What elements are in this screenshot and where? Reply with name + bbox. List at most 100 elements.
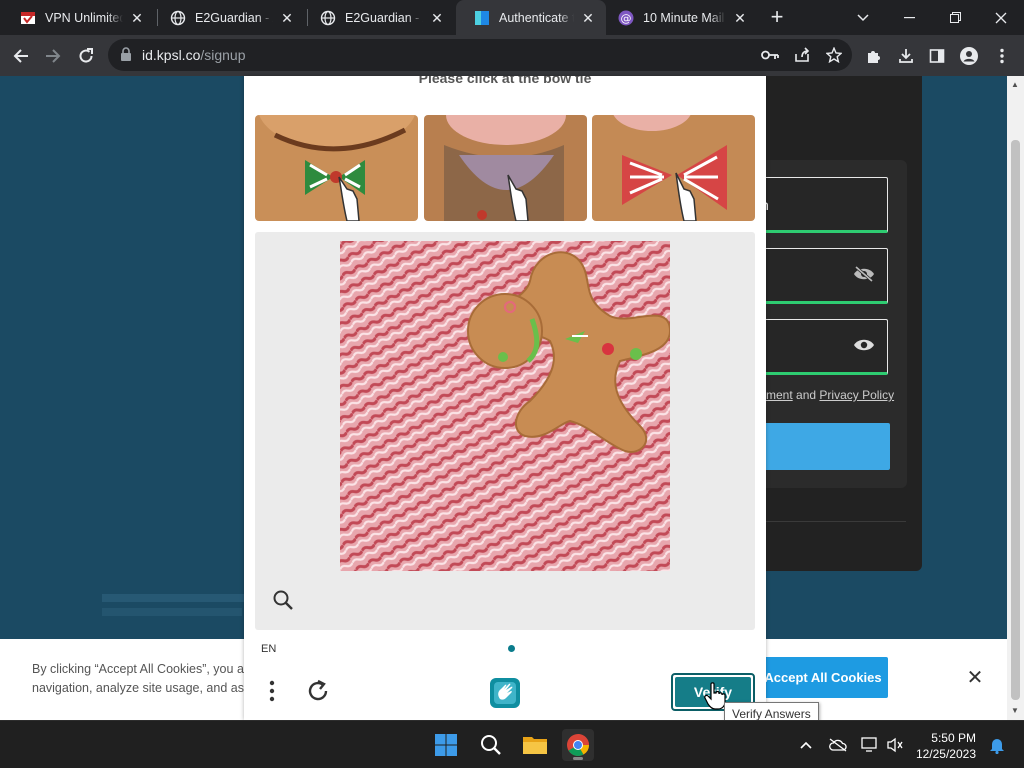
scroll-up-icon[interactable]: ▲ <box>1011 80 1019 89</box>
terms-link[interactable]: ment <box>766 388 793 402</box>
url-host: id.kpsl.co <box>142 47 201 63</box>
chevron-down-icon <box>857 13 869 21</box>
minimize-icon <box>903 16 915 18</box>
eye-off-icon[interactable] <box>853 265 875 285</box>
tab-10-minute-mail[interactable]: @ 10 Minute Mail ✕ <box>600 0 758 35</box>
forward-button[interactable] <box>38 41 68 71</box>
example-image-1 <box>255 115 418 221</box>
tab-search-button[interactable] <box>840 0 886 35</box>
bookmark-star-icon[interactable] <box>824 45 844 65</box>
svg-text:@: @ <box>621 12 632 25</box>
captcha-main-image[interactable] <box>340 241 670 571</box>
profile-button[interactable] <box>954 41 984 71</box>
reload-button[interactable] <box>71 41 101 71</box>
close-window-button[interactable] <box>978 0 1024 35</box>
hand-cursor-icon <box>704 682 726 710</box>
reload-icon <box>79 48 93 63</box>
terms-and: and <box>796 388 817 402</box>
close-tab-icon[interactable]: ✕ <box>429 10 445 26</box>
close-tab-icon[interactable]: ✕ <box>732 10 748 26</box>
footer-copyright-faded <box>102 594 252 616</box>
captcha-challenge: Please click at the bow tie EN <box>244 76 766 720</box>
cookie-text: By clicking “Accept All Cookies”, you a … <box>32 660 250 698</box>
hcaptcha-logo-icon <box>488 676 522 710</box>
volume-muted-icon[interactable] <box>886 736 904 754</box>
search-icon[interactable] <box>475 729 507 761</box>
at-sign-icon: @ <box>618 10 634 26</box>
share-icon[interactable] <box>792 45 812 65</box>
tab-title: E2Guardian - Ac <box>195 10 273 25</box>
tab-title: Authenticate to <box>499 10 574 25</box>
clock-time: 5:50 PM <box>931 731 976 745</box>
back-button[interactable] <box>6 41 36 71</box>
tab-title: 10 Minute Mail <box>643 10 725 25</box>
example-image-3 <box>592 115 755 221</box>
globe-icon <box>320 10 336 26</box>
tab-title: VPN Unlimited <box>45 10 123 25</box>
onedrive-offline-icon[interactable] <box>829 736 847 754</box>
url-text[interactable]: id.kpsl.co/signup <box>142 47 246 63</box>
vpn-unlimited-icon <box>20 10 36 26</box>
puzzle-icon <box>868 51 880 63</box>
cookie-text-line: By clicking “Accept All Cookies”, you a <box>32 662 244 676</box>
tab-e2guardian-2[interactable]: E2Guardian - Ac ✕ <box>302 0 455 35</box>
close-tab-icon[interactable]: ✕ <box>279 10 295 26</box>
page-scrollbar[interactable]: ▲ ▼ <box>1007 76 1024 720</box>
scrollbar-thumb[interactable] <box>1011 140 1020 700</box>
restore-button[interactable] <box>932 0 978 35</box>
minimize-button[interactable] <box>886 0 932 35</box>
scroll-down-icon[interactable]: ▼ <box>1011 706 1019 715</box>
close-icon[interactable]: ✕ <box>964 667 986 689</box>
url-path: /signup <box>200 47 246 63</box>
system-clock[interactable]: 5:50 PM 12/25/2023 <box>906 730 976 762</box>
arrow-right-icon <box>46 49 61 63</box>
address-bar[interactable]: id.kpsl.co/signup <box>108 39 852 71</box>
tab-strip: VPN Unlimited ✕ E2Guardian - Ac ✕ E2Guar… <box>0 0 1024 35</box>
menu-button[interactable] <box>987 41 1017 71</box>
key-icon[interactable] <box>760 45 780 65</box>
avatar-icon <box>960 47 978 65</box>
captcha-image-area <box>255 232 755 630</box>
refresh-button[interactable] <box>305 678 331 704</box>
accept-all-cookies-button[interactable]: Accept All Cookies <box>758 657 888 698</box>
chevron-up-icon[interactable] <box>797 736 815 754</box>
kpsl-icon <box>474 10 490 26</box>
tab-vpn-unlimited[interactable]: VPN Unlimited ✕ <box>2 0 155 35</box>
side-panel-button[interactable] <box>922 41 952 71</box>
refresh-icon <box>308 679 328 701</box>
file-explorer-icon[interactable] <box>519 729 551 761</box>
tab-e2guardian-1[interactable]: E2Guardian - Ac ✕ <box>152 0 305 35</box>
close-tab-icon[interactable]: ✕ <box>129 10 145 26</box>
downloads-button[interactable] <box>891 41 921 71</box>
side-panel-icon <box>929 49 945 63</box>
terms-text: ment and Privacy Policy <box>766 388 894 402</box>
close-icon <box>995 12 1007 23</box>
menu-button[interactable] <box>264 679 280 703</box>
progress-dot <box>508 645 515 652</box>
windows-start-icon[interactable] <box>430 729 462 761</box>
globe-icon <box>170 10 186 26</box>
new-tab-button[interactable]: + <box>765 6 789 30</box>
arrow-left-icon <box>13 49 28 63</box>
captcha-prompt: Please click at the bow tie <box>418 76 592 86</box>
kebab-menu-icon <box>1000 48 1004 64</box>
extensions-button[interactable] <box>859 41 889 71</box>
close-tab-icon[interactable]: ✕ <box>580 10 596 26</box>
language-selector[interactable]: EN <box>261 643 276 655</box>
windows-taskbar: 5:50 PM 12/25/2023 <box>0 720 1024 768</box>
network-icon[interactable] <box>861 736 879 754</box>
chrome-taskbar-icon[interactable] <box>562 729 594 761</box>
zoom-icon[interactable] <box>272 589 294 611</box>
tab-authenticate[interactable]: Authenticate to ✕ <box>456 0 606 35</box>
lock-icon <box>120 47 132 66</box>
kebab-menu-icon <box>269 680 275 702</box>
notification-bell-icon[interactable] <box>988 736 1006 754</box>
eye-icon[interactable] <box>853 337 875 356</box>
restore-icon <box>949 12 961 23</box>
tab-title: E2Guardian - Ac <box>345 10 423 25</box>
cookie-text-line: navigation, analyze site usage, and ass <box>32 681 251 695</box>
download-icon <box>899 49 913 63</box>
privacy-policy-link[interactable]: Privacy Policy <box>819 388 894 402</box>
example-image-2 <box>424 115 587 221</box>
clock-date: 12/25/2023 <box>915 747 976 761</box>
